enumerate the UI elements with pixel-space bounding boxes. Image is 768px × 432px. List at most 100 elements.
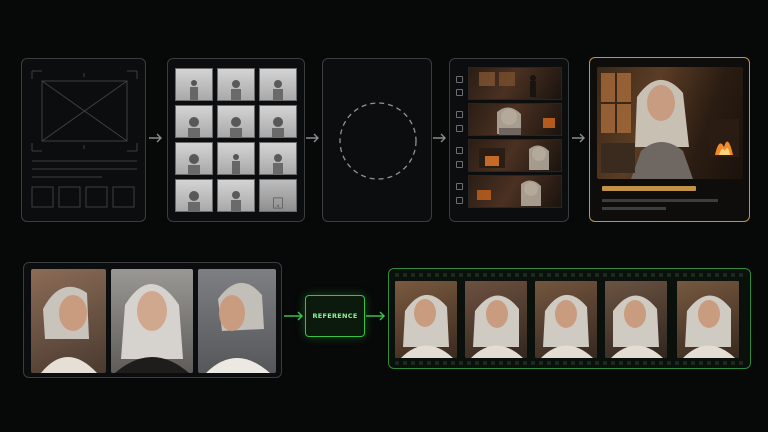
sprocket-hole <box>707 273 711 277</box>
sprocket-hole <box>739 273 743 277</box>
sprocket-hole <box>635 273 639 277</box>
title-bar <box>602 186 696 191</box>
checkbox-icon[interactable] <box>456 125 463 132</box>
sprocket-hole <box>403 273 407 277</box>
sprocket-hole <box>579 273 583 277</box>
sprocket-hole <box>715 361 719 365</box>
sprocket-hole <box>723 273 727 277</box>
sprocket-hole <box>731 361 735 365</box>
sprocket-hole <box>499 273 503 277</box>
sprocket-hole <box>435 273 439 277</box>
sprocket-hole <box>427 273 431 277</box>
sprocket-hole <box>419 361 423 365</box>
sprocket-hole <box>635 361 639 365</box>
reference-node[interactable]: REFERENCE <box>305 295 365 337</box>
reference-label: REFERENCE <box>312 312 358 320</box>
sprocket-hole <box>531 273 535 277</box>
sprocket-hole <box>539 361 543 365</box>
sprocket-hole <box>451 361 455 365</box>
sprocket-hole <box>651 273 655 277</box>
arrow-right-icon <box>572 133 585 143</box>
sprocket-hole <box>555 361 559 365</box>
portrait-profile-left <box>31 269 106 373</box>
sprocket-hole <box>619 361 623 365</box>
sprocket-hole <box>427 361 431 365</box>
sketch-thumbnail <box>175 105 213 138</box>
sprocket-hole <box>443 273 447 277</box>
film-frame <box>605 281 667 358</box>
sprocket-hole <box>483 273 487 277</box>
wireframe-sketch <box>31 70 138 208</box>
sprocket-hole <box>483 361 487 365</box>
sprocket-hole <box>739 361 743 365</box>
placeholder-panel <box>322 58 432 222</box>
sprocket-hole <box>395 361 399 365</box>
sprocket-hole <box>523 361 527 365</box>
storyboard-panel <box>449 58 569 222</box>
sprocket-hole <box>667 361 671 365</box>
sprocket-hole <box>475 273 479 277</box>
checkbox-icon[interactable] <box>456 147 463 154</box>
sprocket-hole <box>595 273 599 277</box>
storyboard-frame <box>468 67 562 100</box>
sprocket-hole <box>563 361 567 365</box>
sprocket-hole <box>627 361 631 365</box>
sprocket-hole <box>723 361 727 365</box>
sprocket-hole <box>611 361 615 365</box>
arrow-right-icon <box>366 311 386 321</box>
filmstrip-panel <box>388 268 751 369</box>
checkbox-icon[interactable] <box>456 89 463 96</box>
sprocket-hole <box>403 361 407 365</box>
sprocket-hole <box>595 361 599 365</box>
sprocket-hole <box>515 361 519 365</box>
sprocket-hole <box>627 273 631 277</box>
sprocket-hole <box>683 273 687 277</box>
sprocket-hole <box>619 273 623 277</box>
storyboard-frame <box>468 139 562 172</box>
portrait-front-facing <box>111 269 193 373</box>
checkbox-icon[interactable] <box>456 197 463 204</box>
sprocket-hole <box>579 361 583 365</box>
sprocket-hole <box>659 361 663 365</box>
text-line <box>602 207 666 210</box>
sprocket-hole <box>491 361 495 365</box>
sprocket-hole <box>587 361 591 365</box>
sprocket-hole <box>411 361 415 365</box>
sprocket-hole <box>571 361 575 365</box>
sketch-thumbnail <box>217 105 255 138</box>
sprocket-hole <box>587 273 591 277</box>
sprocket-hole <box>499 361 503 365</box>
sprocket-hole <box>515 273 519 277</box>
final-render-image <box>597 67 743 179</box>
sketch-thumbnail <box>217 142 255 175</box>
final-render-card <box>589 57 750 222</box>
sprocket-hole <box>731 273 735 277</box>
sprocket-hole <box>571 273 575 277</box>
sprocket-hole <box>651 361 655 365</box>
sketch-grid <box>175 68 297 212</box>
sketch-thumbnail <box>217 68 255 101</box>
sprocket-hole <box>643 361 647 365</box>
sprocket-hole <box>459 361 463 365</box>
text-line <box>602 199 718 202</box>
sketch-thumbnail <box>259 68 297 101</box>
arrow-right-icon <box>306 133 319 143</box>
sketch-thumbnail <box>259 179 297 212</box>
sketch-thumbnail <box>259 105 297 138</box>
sprocket-hole <box>699 273 703 277</box>
checkbox-icon[interactable] <box>456 76 463 83</box>
film-frame <box>677 281 739 358</box>
sprocket-hole <box>603 361 607 365</box>
film-frame <box>395 281 457 358</box>
checkbox-icon[interactable] <box>456 183 463 190</box>
sketch-thumbnail <box>175 68 213 101</box>
sprocket-hole <box>523 273 527 277</box>
sprocket-hole <box>667 273 671 277</box>
sprocket-hole <box>435 361 439 365</box>
sprocket-hole <box>563 273 567 277</box>
arrow-right-icon <box>149 133 162 143</box>
portrait-profile-right <box>198 269 276 373</box>
sprocket-hole <box>419 273 423 277</box>
checkbox-icon[interactable] <box>456 161 463 168</box>
checkbox-icon[interactable] <box>456 111 463 118</box>
